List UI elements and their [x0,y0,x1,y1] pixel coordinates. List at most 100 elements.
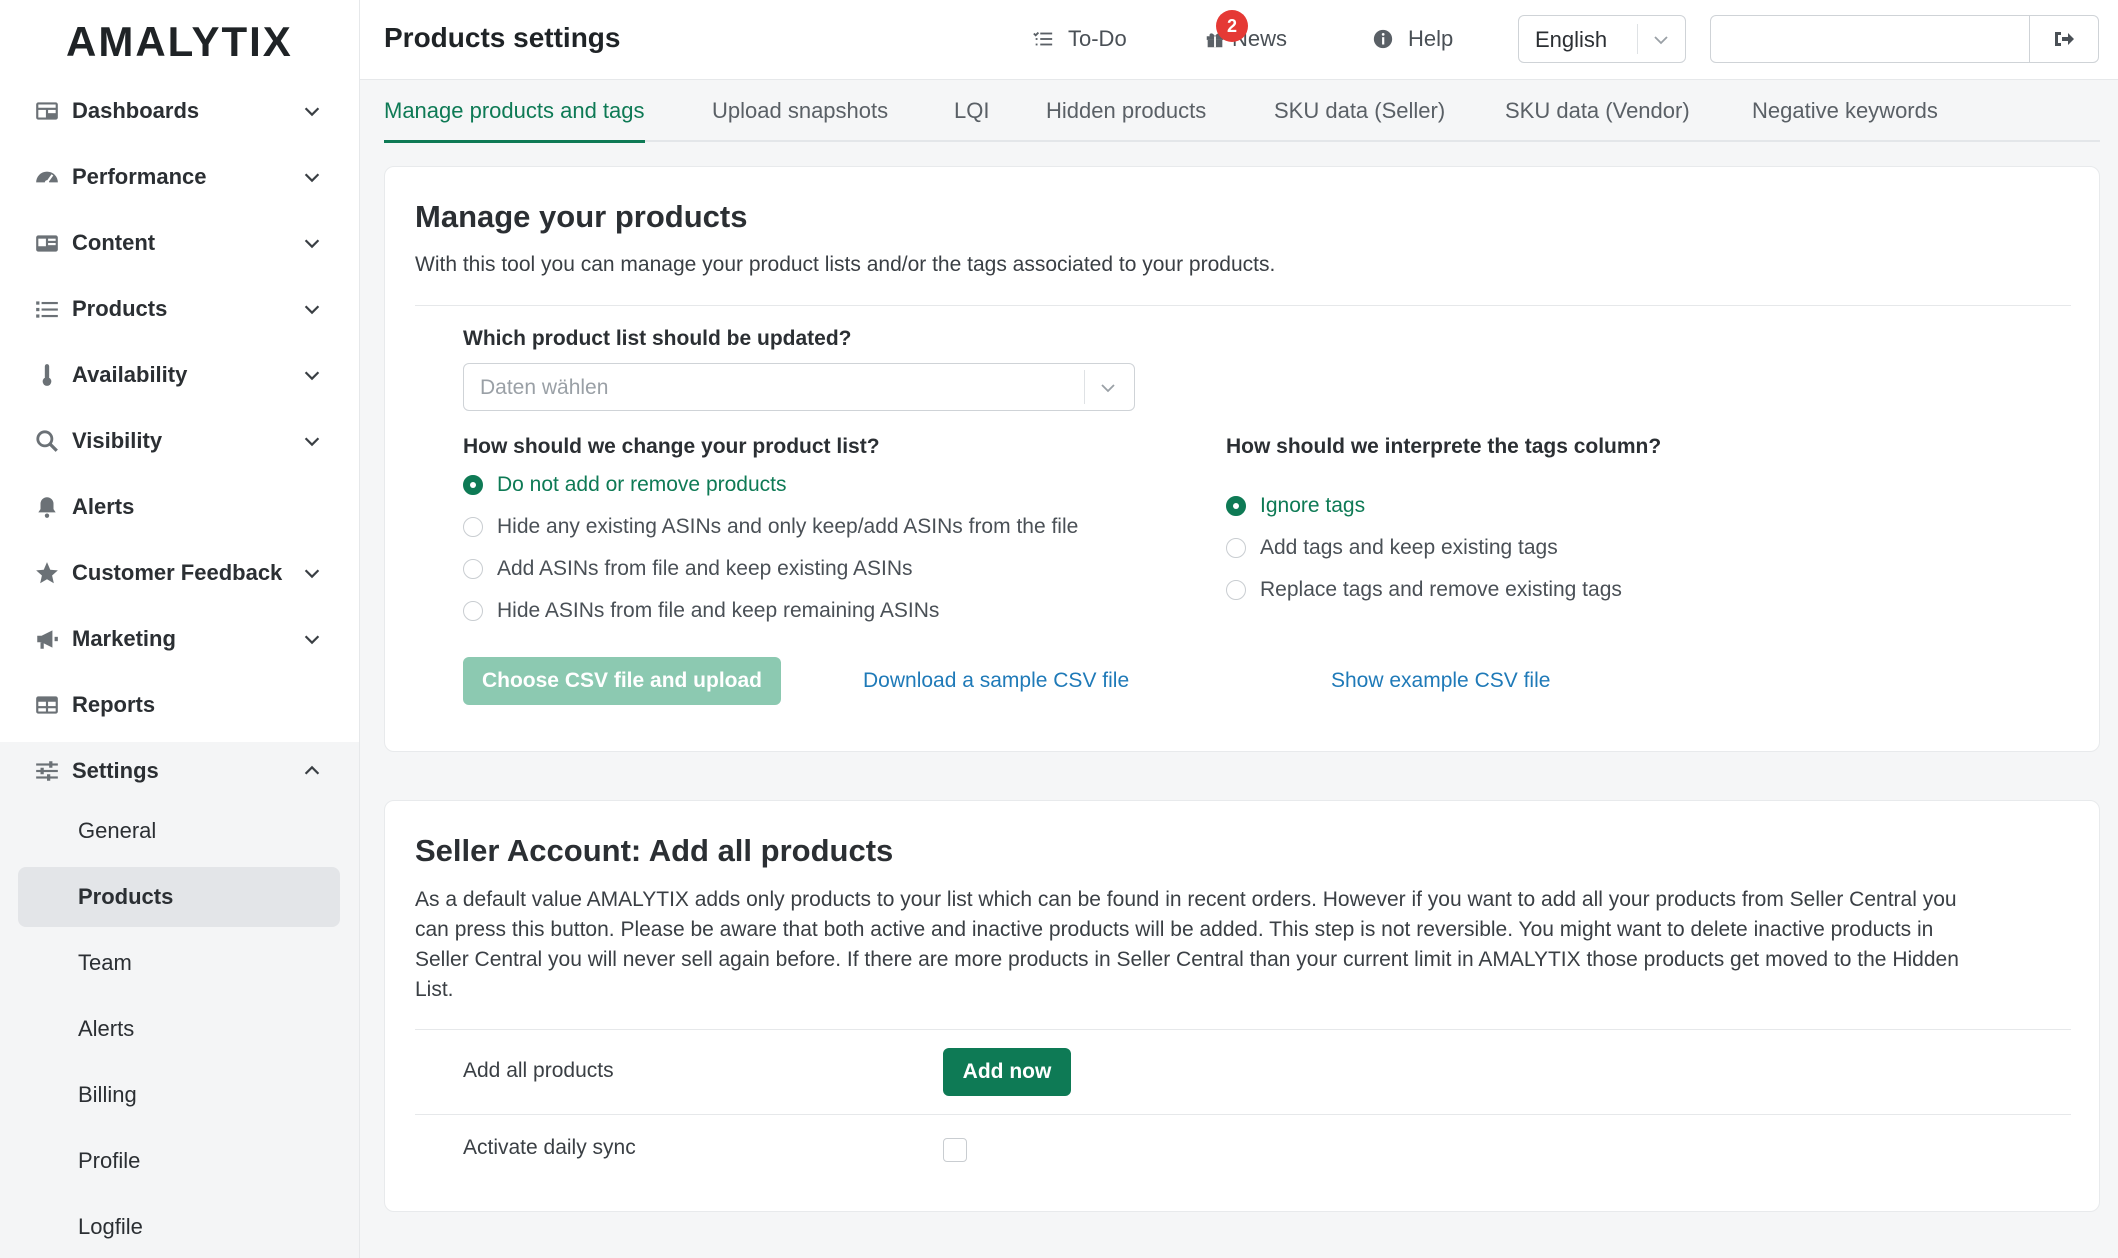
tab-manage-products-and-tags[interactable]: Manage products and tags [384,98,645,143]
radio-label: Add ASINs from file and keep existing AS… [497,557,913,580]
chevron-down-icon [1101,384,1115,393]
select-separator [1084,370,1085,404]
radio-label: Replace tags and remove existing tags [1260,578,1622,601]
chevron-down-icon [300,363,324,387]
sidebar-item-content[interactable]: Content [0,210,359,276]
tab-negative-keywords[interactable]: Negative keywords [1752,98,1938,140]
thermometer-icon [33,361,61,389]
sidebar-item-alerts[interactable]: Alerts [0,474,359,540]
sidebar-subitem-general[interactable]: General [18,801,340,861]
seller-account-description-line-3: Seller Central you will never sell again… [415,948,1959,971]
sidebar-item-label: Availability [72,362,188,387]
sidebar-subitem-label: General [78,818,157,843]
tab-sku-data-vendor[interactable]: SKU data (Vendor) [1505,98,1690,140]
tags-question: How should we interprete the tags column… [1226,435,1662,458]
sidebar-subitem-profile[interactable]: Profile [18,1131,340,1191]
sidebar-item-customer-feedback[interactable]: Customer Feedback [0,540,359,606]
radio-button[interactable] [1226,538,1246,558]
tab-upload-snapshots[interactable]: Upload snapshots [712,98,888,140]
seller-account-card: Seller Account: Add all products As a de… [384,800,2100,1212]
section-divider [415,1029,2071,1030]
section-divider [415,305,2071,306]
radio-ignore-tags[interactable]: Ignore tags [1226,494,1365,518]
language-select[interactable]: English [1518,15,1686,63]
sidebar-subitem-logfile[interactable]: Logfile [18,1197,340,1257]
sidebar-subitem-label: Billing [78,1082,137,1107]
chevron-down-icon [300,231,324,255]
sidebar-subitem-label: Products [78,884,174,909]
dashboard-icon [33,97,61,125]
product-list-placeholder: Daten wählen [480,376,609,399]
radio-button[interactable] [463,517,483,537]
logout-icon [2055,32,2074,46]
radio-label: Ignore tags [1260,494,1366,517]
manage-products-title: Manage your products [415,199,748,234]
settings-tabs: Manage products and tags Upload snapshot… [384,82,2100,143]
top-header: Products settings To-Do News 2 Help Engl… [360,0,2118,80]
radio-replace-tags[interactable]: Replace tags and remove existing tags [1226,578,1622,602]
sidebar-item-label: Content [72,230,156,255]
list-icon [33,295,61,323]
change-list-question: How should we change your product list? [463,435,880,458]
radio-button[interactable] [463,601,483,621]
sidebar-item-settings[interactable]: Settings [0,738,359,804]
tab-sku-data-seller[interactable]: SKU data (Seller) [1274,98,1445,140]
manage-products-description: With this tool you can manage your produ… [415,253,1276,276]
sidebar-item-visibility[interactable]: Visibility [0,408,359,474]
sidebar-item-reports[interactable]: Reports [0,672,359,738]
bell-icon [33,493,61,521]
sidebar-subitem-label: Alerts [78,1016,135,1041]
speedometer-icon [33,163,61,191]
daily-sync-label: Activate daily sync [463,1136,636,1159]
radio-button[interactable] [1226,496,1246,516]
sidebar-subitem-team[interactable]: Team [18,933,340,993]
radio-add-tags-keep-existing[interactable]: Add tags and keep existing tags [1226,536,1558,560]
app-logo[interactable]: AMALYTIX [66,18,293,66]
info-icon [1373,29,1393,49]
language-value: English [1535,27,1608,52]
radio-hide-from-file-keep-remaining[interactable]: Hide ASINs from file and keep remaining … [463,599,939,623]
radio-button[interactable] [463,559,483,579]
add-now-button[interactable]: Add now [943,1048,1071,1096]
id-card-icon [33,229,61,257]
add-all-products-label: Add all products [463,1059,614,1082]
product-list-select[interactable]: Daten wählen [463,363,1135,411]
radio-hide-existing-keep-file[interactable]: Hide any existing ASINs and only keep/ad… [463,515,1078,539]
upload-csv-button[interactable]: Choose CSV file and upload [463,657,781,705]
megaphone-icon [33,625,61,653]
sidebar-item-marketing[interactable]: Marketing [0,606,359,672]
help-link[interactable]: Help [1372,22,1453,56]
tab-hidden-products[interactable]: Hidden products [1046,98,1206,140]
seller-account-title: Seller Account: Add all products [415,833,894,868]
logout-button[interactable] [2029,15,2099,63]
todo-link[interactable]: To-Do [1032,22,1127,56]
sidebar-subitem-products[interactable]: Products [18,867,340,927]
radio-label: Hide any existing ASINs and only keep/ad… [497,515,1079,538]
header-search-input[interactable] [1710,15,2030,63]
radio-add-from-file-keep-existing[interactable]: Add ASINs from file and keep existing AS… [463,557,913,581]
radio-label: Do not add or remove products [497,473,787,496]
product-list-question: Which product list should be updated? [463,327,852,350]
sidebar-subitem-alerts[interactable]: Alerts [18,999,340,1059]
chevron-down-icon [1654,36,1668,45]
sidebar-subitem-label: Team [78,950,132,975]
sidebar-item-products[interactable]: Products [0,276,359,342]
daily-sync-checkbox[interactable] [943,1138,967,1162]
sidebar-item-label: Marketing [72,626,176,651]
radio-do-not-add-remove[interactable]: Do not add or remove products [463,473,787,497]
show-example-csv-link[interactable]: Show example CSV file [1331,669,1550,693]
download-sample-csv-link[interactable]: Download a sample CSV file [863,669,1129,693]
sidebar-subitem-billing[interactable]: Billing [18,1065,340,1125]
radio-button[interactable] [463,475,483,495]
sidebar-item-dashboards[interactable]: Dashboards [0,78,359,144]
sidebar-item-availability[interactable]: Availability [0,342,359,408]
chevron-down-icon [300,561,324,585]
page-title: Products settings [384,22,621,53]
news-count-badge: 2 [1216,10,1248,42]
radio-label: Add tags and keep existing tags [1260,536,1558,559]
tab-lqi[interactable]: LQI [954,98,989,140]
seller-account-description-line-1: As a default value AMALYTIX adds only pr… [415,888,1957,911]
radio-button[interactable] [1226,580,1246,600]
sidebar-subitem-label: Profile [78,1148,141,1173]
sidebar-item-performance[interactable]: Performance [0,144,359,210]
